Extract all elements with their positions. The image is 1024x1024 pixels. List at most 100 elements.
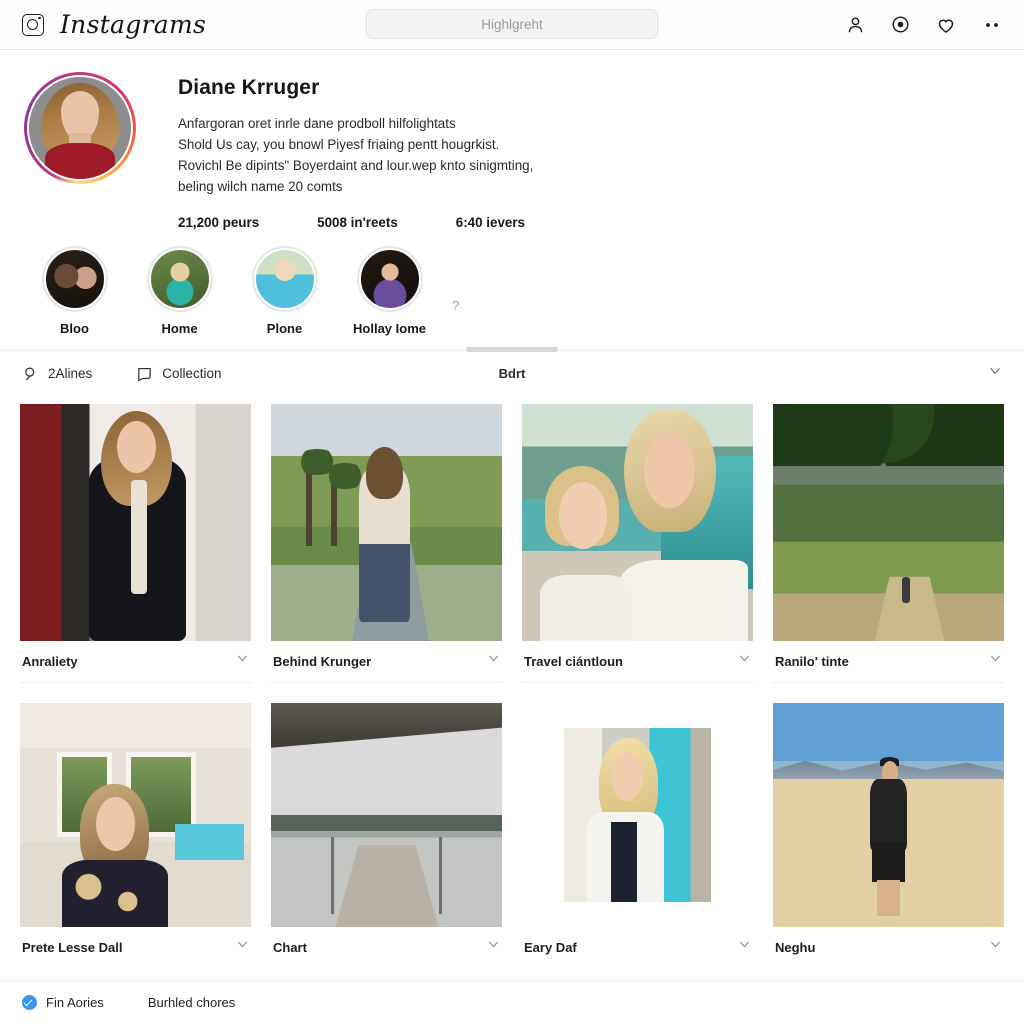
bio-line: Anfargoran oret inrle dane prodboll hilf…	[178, 116, 456, 131]
post-caption: Behind Krunger	[273, 653, 372, 669]
post-caption-row: Chart	[271, 927, 502, 968]
chevron-down-icon[interactable]	[988, 364, 1002, 383]
grid-cell[interactable]: Chart	[261, 695, 512, 980]
tab-label: Collection	[162, 366, 222, 381]
chevron-down-icon[interactable]	[236, 652, 249, 670]
chevron-down-icon[interactable]	[989, 938, 1002, 956]
grid-cell[interactable]: Anraliety	[10, 396, 261, 695]
post-caption: Chart	[273, 939, 307, 955]
grid-cell[interactable]: Prete Lesse Dall	[10, 695, 261, 980]
post-caption: Travel ciántloun	[524, 653, 623, 669]
grid-cell[interactable]: Ranilo' tinte	[763, 396, 1014, 695]
post-grid: Anraliety Behind Krunger Travel ciántlou…	[0, 396, 1024, 980]
post-thumbnail[interactable]	[20, 404, 251, 641]
bookmark-chat-icon	[136, 365, 153, 382]
post-thumbnail[interactable]	[522, 404, 753, 641]
highlight-label: Hollay Iome	[353, 321, 426, 336]
post-caption-row: Behind Krunger	[271, 641, 502, 683]
stat-following[interactable]: 6:40 ievers	[456, 215, 525, 230]
tag-person-icon	[22, 365, 39, 382]
grid-cell[interactable]: Neghu	[763, 695, 1014, 980]
tab-center-label[interactable]: Bdrt	[499, 366, 526, 381]
post-caption-row: Anraliety	[20, 641, 251, 683]
brand-logo[interactable]: Instagrams	[22, 10, 206, 39]
instagram-profile-window: Instagrams Highlgreht Diane Krruger Anfa…	[0, 0, 1024, 1024]
nav-icon-group	[846, 15, 1002, 35]
chevron-down-icon[interactable]	[487, 652, 500, 670]
highlight-label: Plone	[266, 321, 303, 336]
highlight-ring	[41, 246, 108, 312]
search-container: Highlgreht	[366, 9, 658, 39]
bio-line: Rovichl Be dipints" Boyerdaint and lour.…	[178, 158, 534, 173]
highlights-more-indicator[interactable]: ?	[452, 298, 459, 313]
post-caption: Anraliety	[22, 653, 78, 669]
highlight-item-hollay-iome[interactable]: Hollay Iome	[337, 246, 442, 336]
highlight-ring	[356, 246, 423, 312]
status-item-secondary[interactable]: Burhled chores	[148, 995, 235, 1010]
highlight-thumbnail	[358, 248, 421, 310]
highlight-thumbnail	[43, 248, 106, 310]
post-caption-row: Travel ciántloun	[522, 641, 753, 683]
bio-line: beling wilch name 20 comts	[178, 179, 343, 194]
highlight-label: Bloo	[60, 321, 89, 336]
post-caption-row: Ranilo' tinte	[773, 641, 1004, 683]
avatar-image	[27, 75, 133, 181]
highlight-thumbnail	[148, 248, 211, 310]
post-caption-row: Neghu	[773, 927, 1004, 968]
post-thumbnail[interactable]	[773, 404, 1004, 641]
grid-cell[interactable]: Travel ciántloun	[512, 396, 763, 695]
chevron-down-icon[interactable]	[989, 652, 1002, 670]
highlight-item-bloo[interactable]: Bloo	[22, 246, 127, 336]
post-thumbnail[interactable]	[271, 404, 502, 641]
status-item-verified[interactable]: Fin Aories	[22, 995, 104, 1010]
camera-icon	[22, 13, 44, 36]
highlight-ring	[251, 246, 318, 312]
post-thumbnail[interactable]	[271, 703, 502, 927]
chevron-down-icon[interactable]	[236, 938, 249, 956]
grid-cell[interactable]: Eary Daf	[512, 695, 763, 980]
grid-cell[interactable]: Behind Krunger	[261, 396, 512, 695]
stat-posts[interactable]: 21,200 peurs	[178, 215, 259, 230]
chevron-down-icon[interactable]	[738, 938, 751, 956]
story-highlights: Bloo Home Plone Hollay Iome ?	[0, 230, 1024, 336]
highlight-item-home[interactable]: Home	[127, 246, 232, 336]
tab-label: 2Alines	[48, 366, 93, 381]
more-dots-icon[interactable]	[982, 21, 1002, 29]
profile-stats: 21,200 peurs 5008 in'reets 6:40 ievers	[178, 215, 533, 230]
heart-icon[interactable]	[936, 15, 956, 35]
status-label: Burhled chores	[147, 995, 236, 1010]
page-title: Diane Krruger	[178, 76, 320, 99]
chevron-down-icon[interactable]	[738, 652, 751, 670]
highlight-item-plone[interactable]: Plone	[232, 246, 337, 336]
verified-badge-icon	[22, 995, 37, 1010]
stat-followers[interactable]: 5008 in'reets	[317, 215, 398, 230]
status-label: Fin Aories	[46, 995, 104, 1010]
highlight-label: Home	[161, 321, 198, 336]
profile-meta: Diane Krruger Anfargoran oret inrle dane…	[178, 72, 533, 230]
post-thumbnail[interactable]	[20, 703, 251, 927]
profile-header: Diane Krruger Anfargoran oret inrle dane…	[0, 50, 1024, 230]
tab-2alines[interactable]: 2Alines	[22, 365, 92, 382]
post-caption: Ranilo' tinte	[775, 653, 849, 669]
drag-handle[interactable]	[466, 347, 558, 352]
post-caption-row: Eary Daf	[522, 927, 753, 968]
bio-line: Shold Us cay, you bnowl Piyesf friaing p…	[178, 137, 500, 152]
post-thumbnail[interactable]	[522, 703, 753, 927]
post-caption: Prete Lesse Dall	[22, 939, 123, 955]
profile-bio: Anfargoran oret inrle dane prodboll hilf…	[178, 113, 533, 197]
highlight-ring	[146, 246, 213, 312]
highlight-thumbnail	[253, 248, 316, 310]
avatar[interactable]	[24, 72, 136, 184]
top-navigation-bar: Instagrams Highlgreht	[0, 0, 1024, 50]
explore-icon[interactable]	[891, 15, 910, 34]
search-input[interactable]: Highlgreht	[366, 9, 658, 39]
bottom-status-bar: Fin Aories Burhled chores	[0, 980, 1024, 1024]
tab-collection[interactable]: Collection	[136, 365, 222, 382]
post-thumbnail[interactable]	[773, 703, 1004, 927]
chevron-down-icon[interactable]	[487, 938, 500, 956]
profile-tab-bar: 2Alines Collection Bdrt	[0, 347, 1024, 396]
post-caption-row: Prete Lesse Dall	[20, 927, 251, 968]
wordmark-label: Instagrams	[60, 10, 207, 39]
post-caption: Neghu	[775, 939, 816, 955]
profile-icon[interactable]	[846, 15, 865, 34]
